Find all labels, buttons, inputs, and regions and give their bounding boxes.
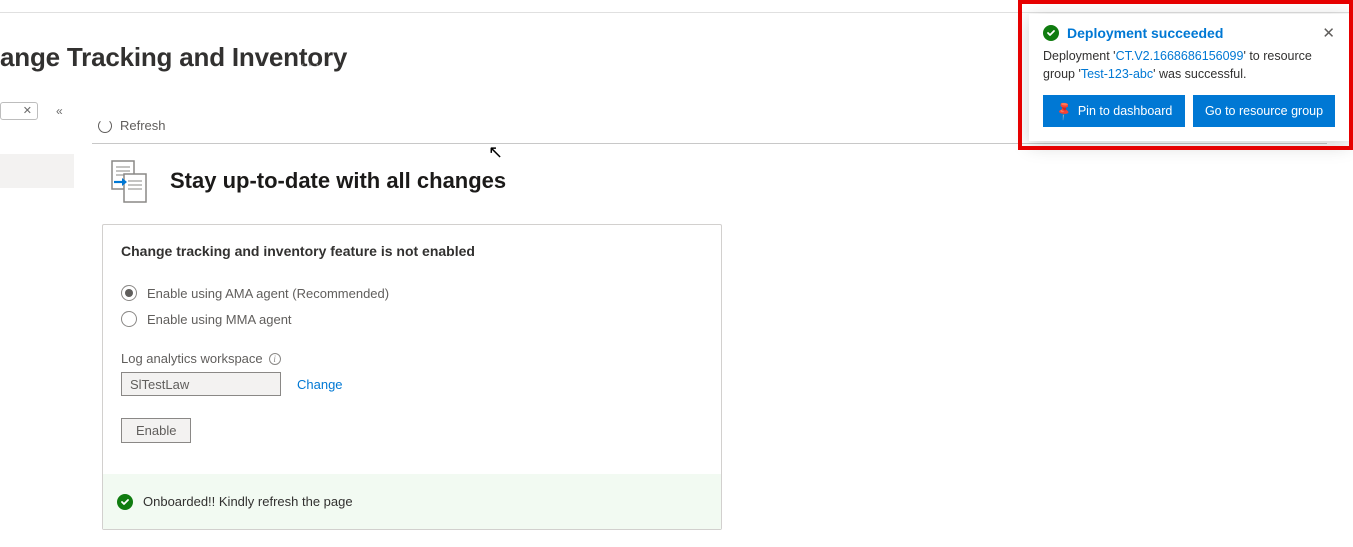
- page-title: ange Tracking and Inventory: [0, 42, 347, 73]
- toast-title[interactable]: Deployment succeeded: [1067, 25, 1314, 41]
- refresh-label: Refresh: [120, 118, 166, 133]
- close-pill-button[interactable]: ✕: [0, 102, 38, 120]
- status-bar: Onboarded!! Kindly refresh the page: [103, 474, 721, 529]
- toast-body: Deployment 'CT.V2.1668686156099' to reso…: [1043, 48, 1335, 83]
- go-to-resource-group-button[interactable]: Go to resource group: [1193, 95, 1335, 127]
- top-divider: [0, 12, 1353, 13]
- pin-button-label: Pin to dashboard: [1078, 104, 1173, 118]
- deployment-toast: Deployment succeeded ✕ Deployment 'CT.V2…: [1029, 14, 1349, 141]
- card-title: Change tracking and inventory feature is…: [121, 243, 703, 259]
- workspace-input[interactable]: [121, 372, 281, 396]
- document-arrow-icon: [108, 160, 152, 204]
- radio-label-mma: Enable using MMA agent: [147, 312, 292, 327]
- enable-card: Change tracking and inventory feature is…: [102, 224, 722, 530]
- radio-option-ama[interactable]: Enable using AMA agent (Recommended): [121, 285, 703, 301]
- info-icon[interactable]: i: [269, 353, 281, 365]
- enable-button[interactable]: Enable: [121, 418, 191, 443]
- toolbar-divider: [92, 143, 1327, 144]
- workspace-label: Log analytics workspace: [121, 351, 263, 366]
- page-more-icon[interactable]: ···: [300, 56, 322, 74]
- toast-resource-group-link[interactable]: Test-123-abc: [1081, 67, 1153, 81]
- pin-icon: 📌: [1052, 100, 1075, 123]
- radio-option-mma[interactable]: Enable using MMA agent: [121, 311, 703, 327]
- close-icon: ✕: [23, 106, 32, 117]
- refresh-button[interactable]: Refresh: [98, 118, 166, 133]
- success-check-icon: [1043, 25, 1059, 41]
- close-icon[interactable]: ✕: [1322, 24, 1335, 42]
- radio-label-ama: Enable using AMA agent (Recommended): [147, 286, 389, 301]
- refresh-icon: [98, 119, 112, 133]
- left-nav-selected-item[interactable]: [0, 154, 74, 188]
- cursor-icon: ↖: [488, 142, 503, 163]
- success-check-icon: [117, 494, 133, 510]
- collapse-chevrons-icon[interactable]: «: [56, 104, 63, 118]
- radio-unchecked-icon: [121, 311, 137, 327]
- heading: Stay up-to-date with all changes: [170, 168, 506, 194]
- radio-checked-icon: [121, 285, 137, 301]
- toast-deployment-link[interactable]: CT.V2.1668686156099: [1116, 49, 1244, 63]
- change-link[interactable]: Change: [297, 377, 343, 392]
- status-message: Onboarded!! Kindly refresh the page: [143, 494, 353, 509]
- pin-to-dashboard-button[interactable]: 📌 Pin to dashboard: [1043, 95, 1185, 127]
